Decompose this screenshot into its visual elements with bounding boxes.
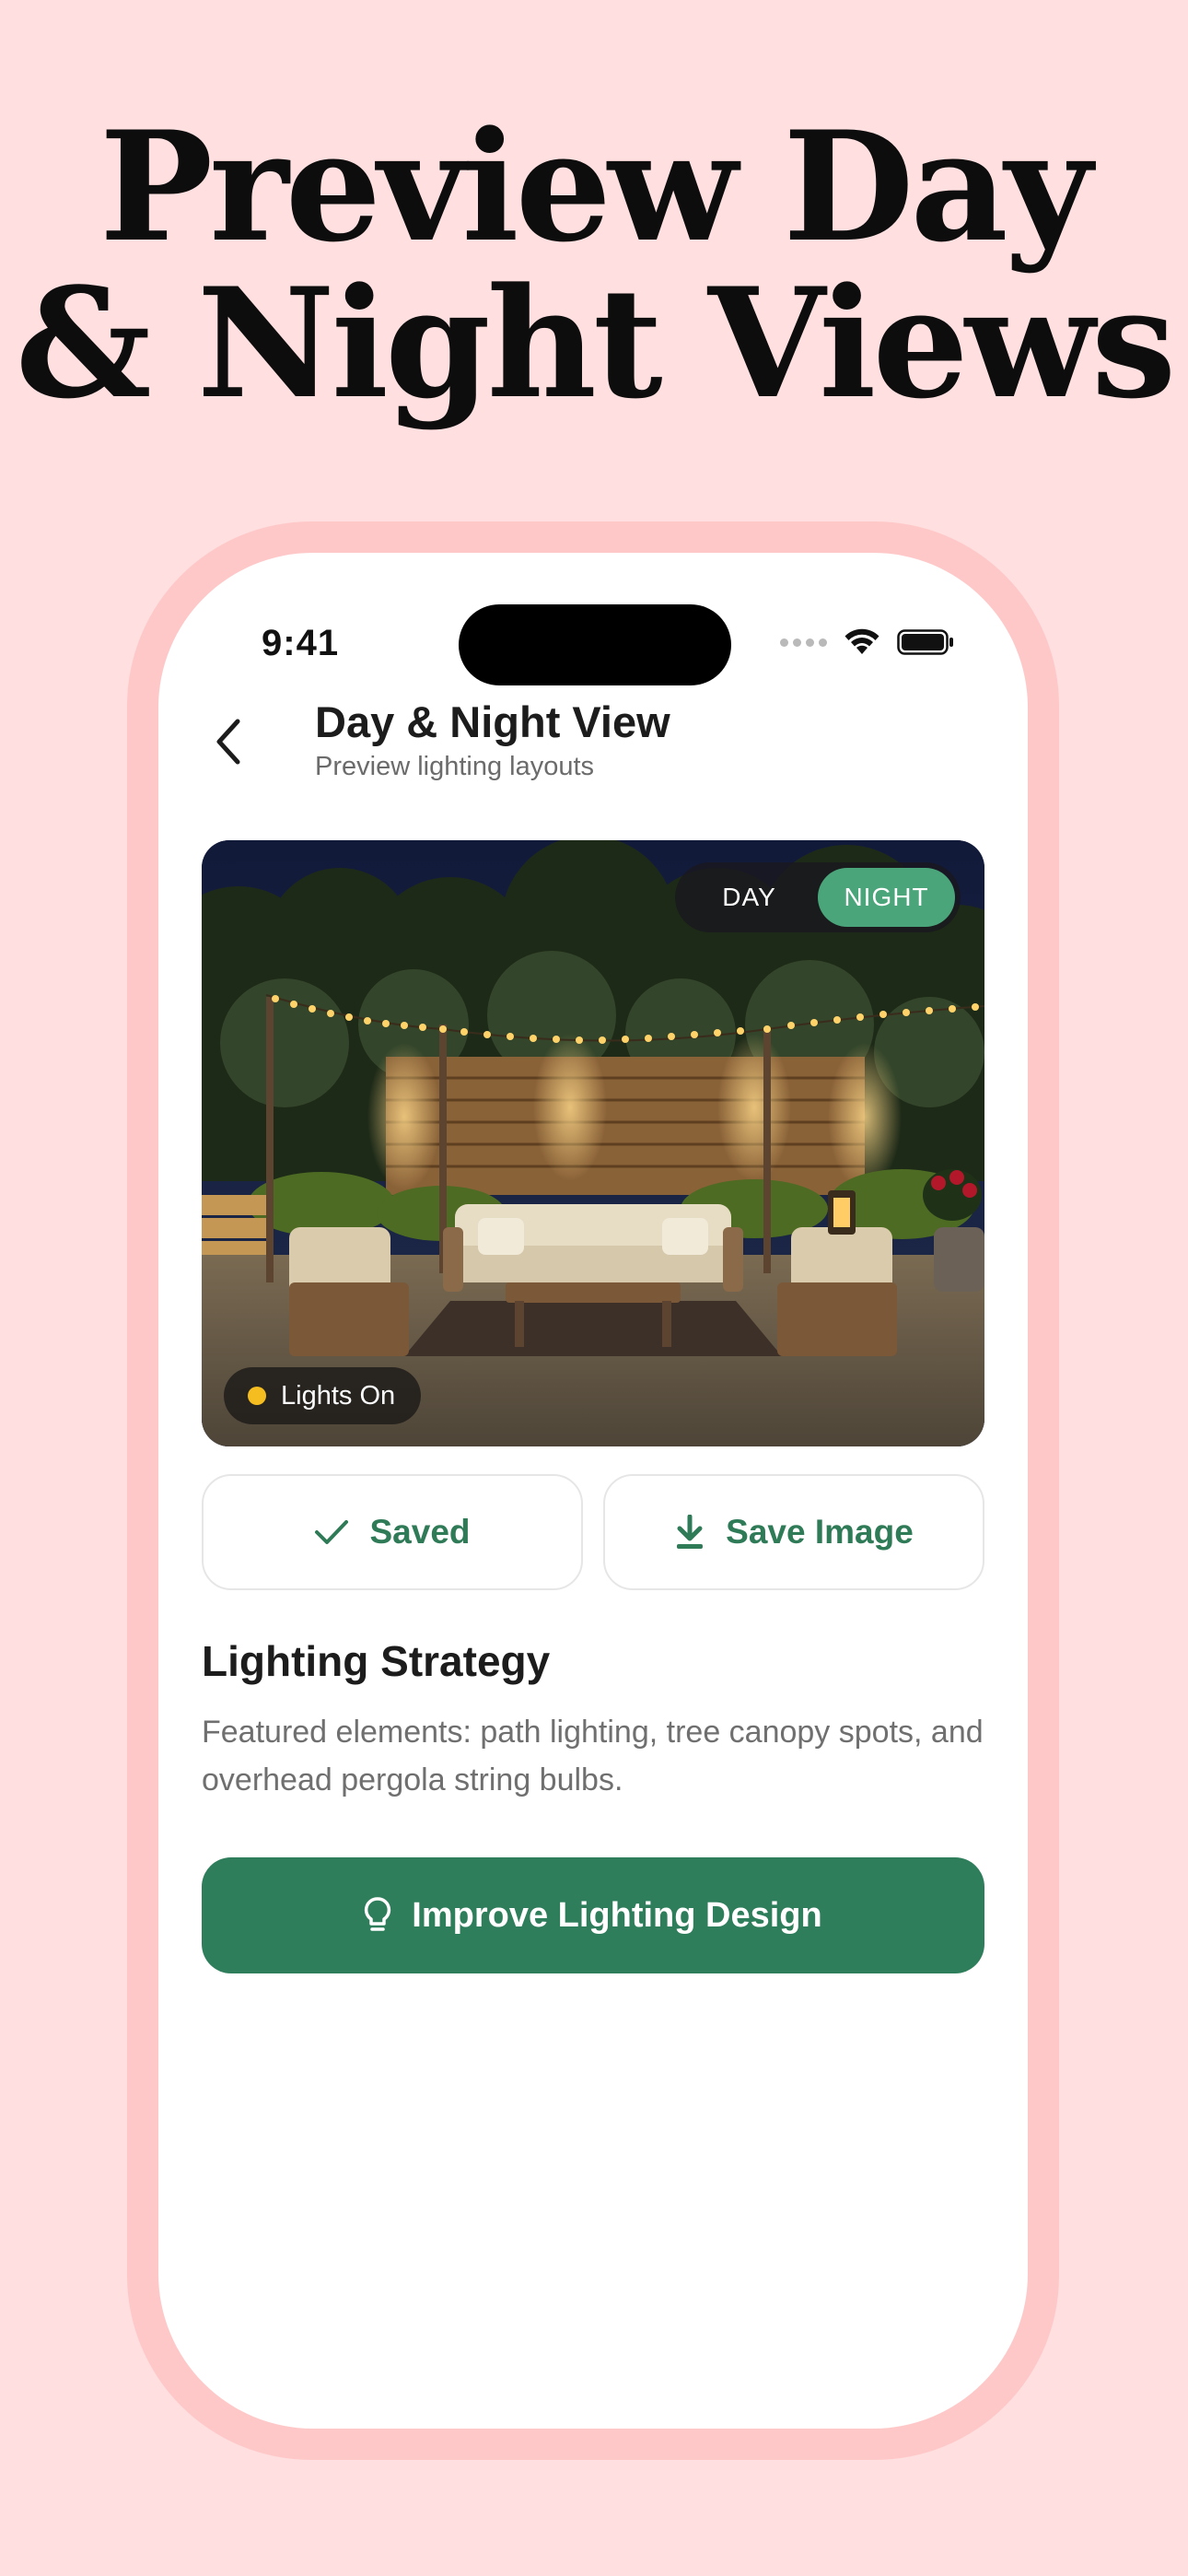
improve-lighting-design-button[interactable]: Improve Lighting Design: [202, 1857, 984, 1973]
toggle-option-day[interactable]: DAY: [681, 868, 818, 927]
saved-button-label: Saved: [369, 1513, 471, 1551]
phone-frame: 9:41 Day & Night View Preview lighting l…: [127, 521, 1059, 2460]
saved-button[interactable]: Saved: [202, 1474, 583, 1590]
wifi-icon: [844, 628, 879, 654]
lights-indicator-dot: [248, 1387, 266, 1405]
promo-headline: Preview Day & Night Views: [0, 109, 1188, 422]
headline-line-2: & Night Views: [15, 254, 1177, 432]
toggle-option-night[interactable]: NIGHT: [818, 868, 955, 927]
save-image-button-label: Save Image: [726, 1513, 914, 1551]
lights-status-badge: Lights On: [224, 1367, 422, 1424]
battery-icon: [897, 629, 953, 655]
lights-status-label: Lights On: [281, 1380, 396, 1411]
checkmark-icon: [315, 1520, 349, 1544]
lighting-strategy-description: Featured elements: path lighting, tree c…: [202, 1715, 984, 1797]
download-icon: [677, 1515, 704, 1549]
page-subtitle: Preview lighting layouts: [315, 752, 595, 781]
improve-lighting-design-label: Improve Lighting Design: [412, 1895, 822, 1935]
night-preview-image: DAY NIGHT Lights On: [202, 840, 984, 1446]
back-button[interactable]: [197, 709, 262, 774]
lightbulb-icon: [365, 1897, 391, 1931]
status-time: 9:41: [262, 623, 340, 663]
status-icons: [780, 628, 954, 656]
page-title: Day & Night View: [315, 697, 670, 746]
chevron-left-icon: [216, 719, 240, 765]
save-image-button[interactable]: Save Image: [603, 1474, 984, 1590]
day-night-toggle[interactable]: DAY NIGHT: [675, 862, 961, 932]
dynamic-island: [459, 604, 731, 685]
phone-screen: 9:41 Day & Night View Preview lighting l…: [158, 553, 1028, 2429]
lighting-strategy-title: Lighting Strategy: [202, 1637, 551, 1685]
cellular-signal-icon: [780, 638, 827, 647]
headline-line-1: Preview Day: [99, 98, 1092, 275]
